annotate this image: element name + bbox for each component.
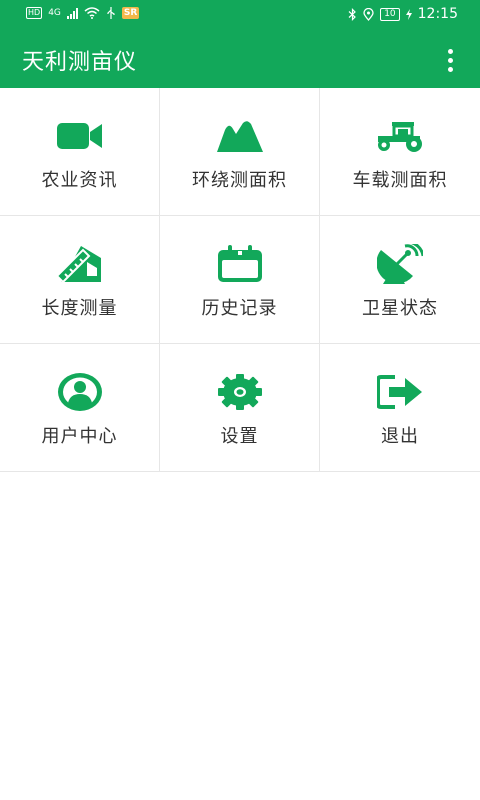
hd-indicator: HD bbox=[26, 7, 43, 19]
usb-icon bbox=[106, 7, 116, 19]
clock: 12:15 bbox=[417, 6, 458, 22]
tractor-icon bbox=[376, 116, 424, 156]
menu-item-label: 历史记录 bbox=[201, 298, 278, 319]
satellite-dish-icon bbox=[376, 244, 424, 284]
menu-item-satellite-status[interactable]: 卫星状态 bbox=[320, 216, 480, 344]
menu-item-user-center[interactable]: 用户中心 bbox=[0, 344, 160, 472]
charging-icon bbox=[405, 8, 412, 20]
calendar-icon bbox=[216, 244, 264, 284]
user-circle-icon bbox=[56, 372, 104, 412]
menu-item-logout[interactable]: 退出 bbox=[320, 344, 480, 472]
ruler-icon bbox=[56, 244, 104, 284]
video-camera-icon bbox=[56, 116, 104, 156]
menu-item-label: 车载测面积 bbox=[352, 170, 448, 191]
network-type: 4G bbox=[48, 8, 61, 18]
dot bbox=[447, 66, 453, 72]
battery-icon: 10 bbox=[380, 7, 400, 21]
menu-item-label: 环绕测面积 bbox=[192, 170, 287, 191]
status-right: 10 12:15 bbox=[348, 6, 458, 22]
bluetooth-icon bbox=[348, 7, 357, 21]
gear-icon bbox=[216, 372, 264, 412]
more-options-button[interactable] bbox=[438, 48, 462, 72]
menu-item-length[interactable]: 长度测量 bbox=[0, 216, 160, 344]
menu-item-label: 农业资讯 bbox=[41, 170, 118, 191]
menu-item-label: 长度测量 bbox=[41, 298, 118, 319]
menu-item-label: 退出 bbox=[381, 426, 419, 447]
menu-item-perimeter-area[interactable]: 环绕测面积 bbox=[160, 88, 320, 216]
status-left: HD 4G SR bbox=[26, 7, 140, 19]
menu-item-news[interactable]: 农业资讯 bbox=[0, 88, 160, 216]
wifi-icon bbox=[84, 7, 100, 19]
status-bar: HD 4G SR 10 12:15 bbox=[0, 0, 480, 30]
exit-icon bbox=[376, 372, 424, 412]
app-bar: 天利测亩仪 bbox=[0, 30, 480, 88]
location-icon bbox=[363, 7, 374, 21]
dot bbox=[447, 57, 453, 63]
menu-item-vehicle-area[interactable]: 车载测面积 bbox=[320, 88, 480, 216]
page-title: 天利测亩仪 bbox=[22, 50, 138, 75]
menu-grid: 农业资讯 环绕测面积 车载测面积 长度测量 历史记录 卫星状态 用户中心 设置 … bbox=[0, 88, 480, 472]
signal-icon bbox=[66, 7, 78, 19]
app-badge: SR bbox=[121, 7, 140, 19]
dot bbox=[447, 48, 453, 54]
menu-item-label: 卫星状态 bbox=[362, 298, 438, 319]
menu-item-settings[interactable]: 设置 bbox=[160, 344, 320, 472]
menu-item-history[interactable]: 历史记录 bbox=[160, 216, 320, 344]
menu-item-label: 设置 bbox=[220, 426, 259, 447]
menu-item-label: 用户中心 bbox=[41, 426, 118, 447]
mountain-icon bbox=[216, 116, 264, 156]
